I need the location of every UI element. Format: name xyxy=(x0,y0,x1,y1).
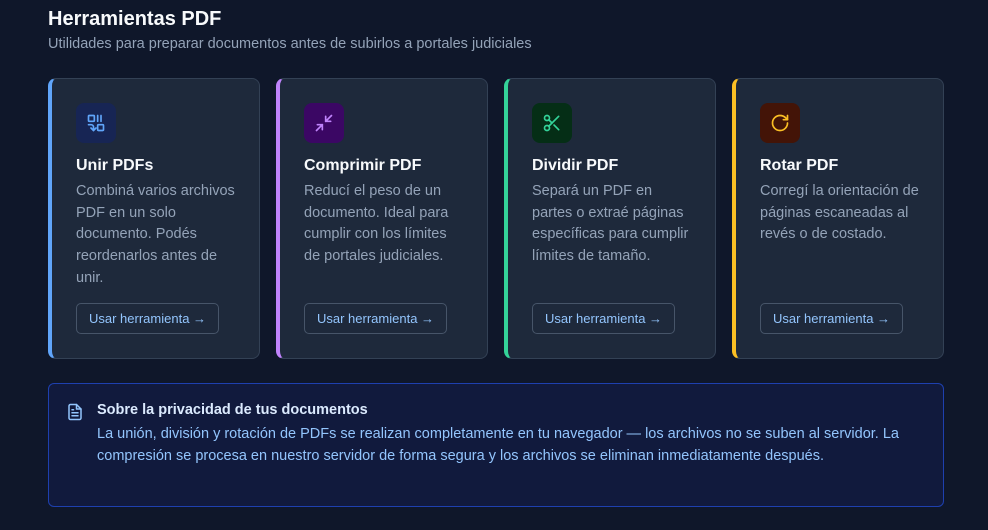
tool-card-compress: Comprimir PDF Reducí el peso de un docum… xyxy=(276,78,488,359)
privacy-notice-text: La unión, división y rotación de PDFs se… xyxy=(97,426,899,464)
tool-description: Corregí la orientación de páginas escane… xyxy=(760,183,919,243)
compress-icon xyxy=(304,103,344,143)
use-tool-button-compress[interactable]: Usar herramienta → xyxy=(304,303,448,334)
tool-description: Combiná varios archivos PDF en un solo d… xyxy=(76,183,235,286)
document-icon xyxy=(68,403,82,421)
scissors-icon xyxy=(532,103,572,143)
rotate-icon xyxy=(760,103,800,143)
tool-card-split: Dividir PDF Separá un PDF en partes o ex… xyxy=(504,78,716,359)
tool-card-rotate: Rotar PDF Corregí la orientación de pági… xyxy=(732,78,944,359)
tool-title: Rotar PDF xyxy=(760,157,839,174)
tool-description: Reducí el peso de un documento. Ideal pa… xyxy=(304,183,449,265)
privacy-notice: Sobre la privacidad de tus documentos La… xyxy=(48,383,944,507)
tool-card-merge: Unir PDFs Combiná varios archivos PDF en… xyxy=(48,78,260,359)
tool-description: Separá un PDF en partes o extraé páginas… xyxy=(532,183,689,265)
page-title: Herramientas PDF xyxy=(48,8,222,30)
page-subtitle: Utilidades para preparar documentos ante… xyxy=(48,36,532,52)
pdf-tools-page: Herramientas PDF Utilidades para prepara… xyxy=(0,0,988,530)
tool-cards: Unir PDFs Combiná varios archivos PDF en… xyxy=(48,78,944,359)
privacy-notice-title: Sobre la privacidad de tus documentos xyxy=(97,402,368,418)
tool-title: Comprimir PDF xyxy=(304,157,422,174)
use-tool-button-split[interactable]: Usar herramienta → xyxy=(532,303,676,334)
use-tool-button-rotate[interactable]: Usar herramienta → xyxy=(760,303,904,334)
tool-title: Unir PDFs xyxy=(76,157,154,174)
use-tool-button-merge[interactable]: Usar herramienta → xyxy=(76,303,220,334)
tool-title: Dividir PDF xyxy=(532,157,619,174)
merge-icon xyxy=(76,103,116,143)
